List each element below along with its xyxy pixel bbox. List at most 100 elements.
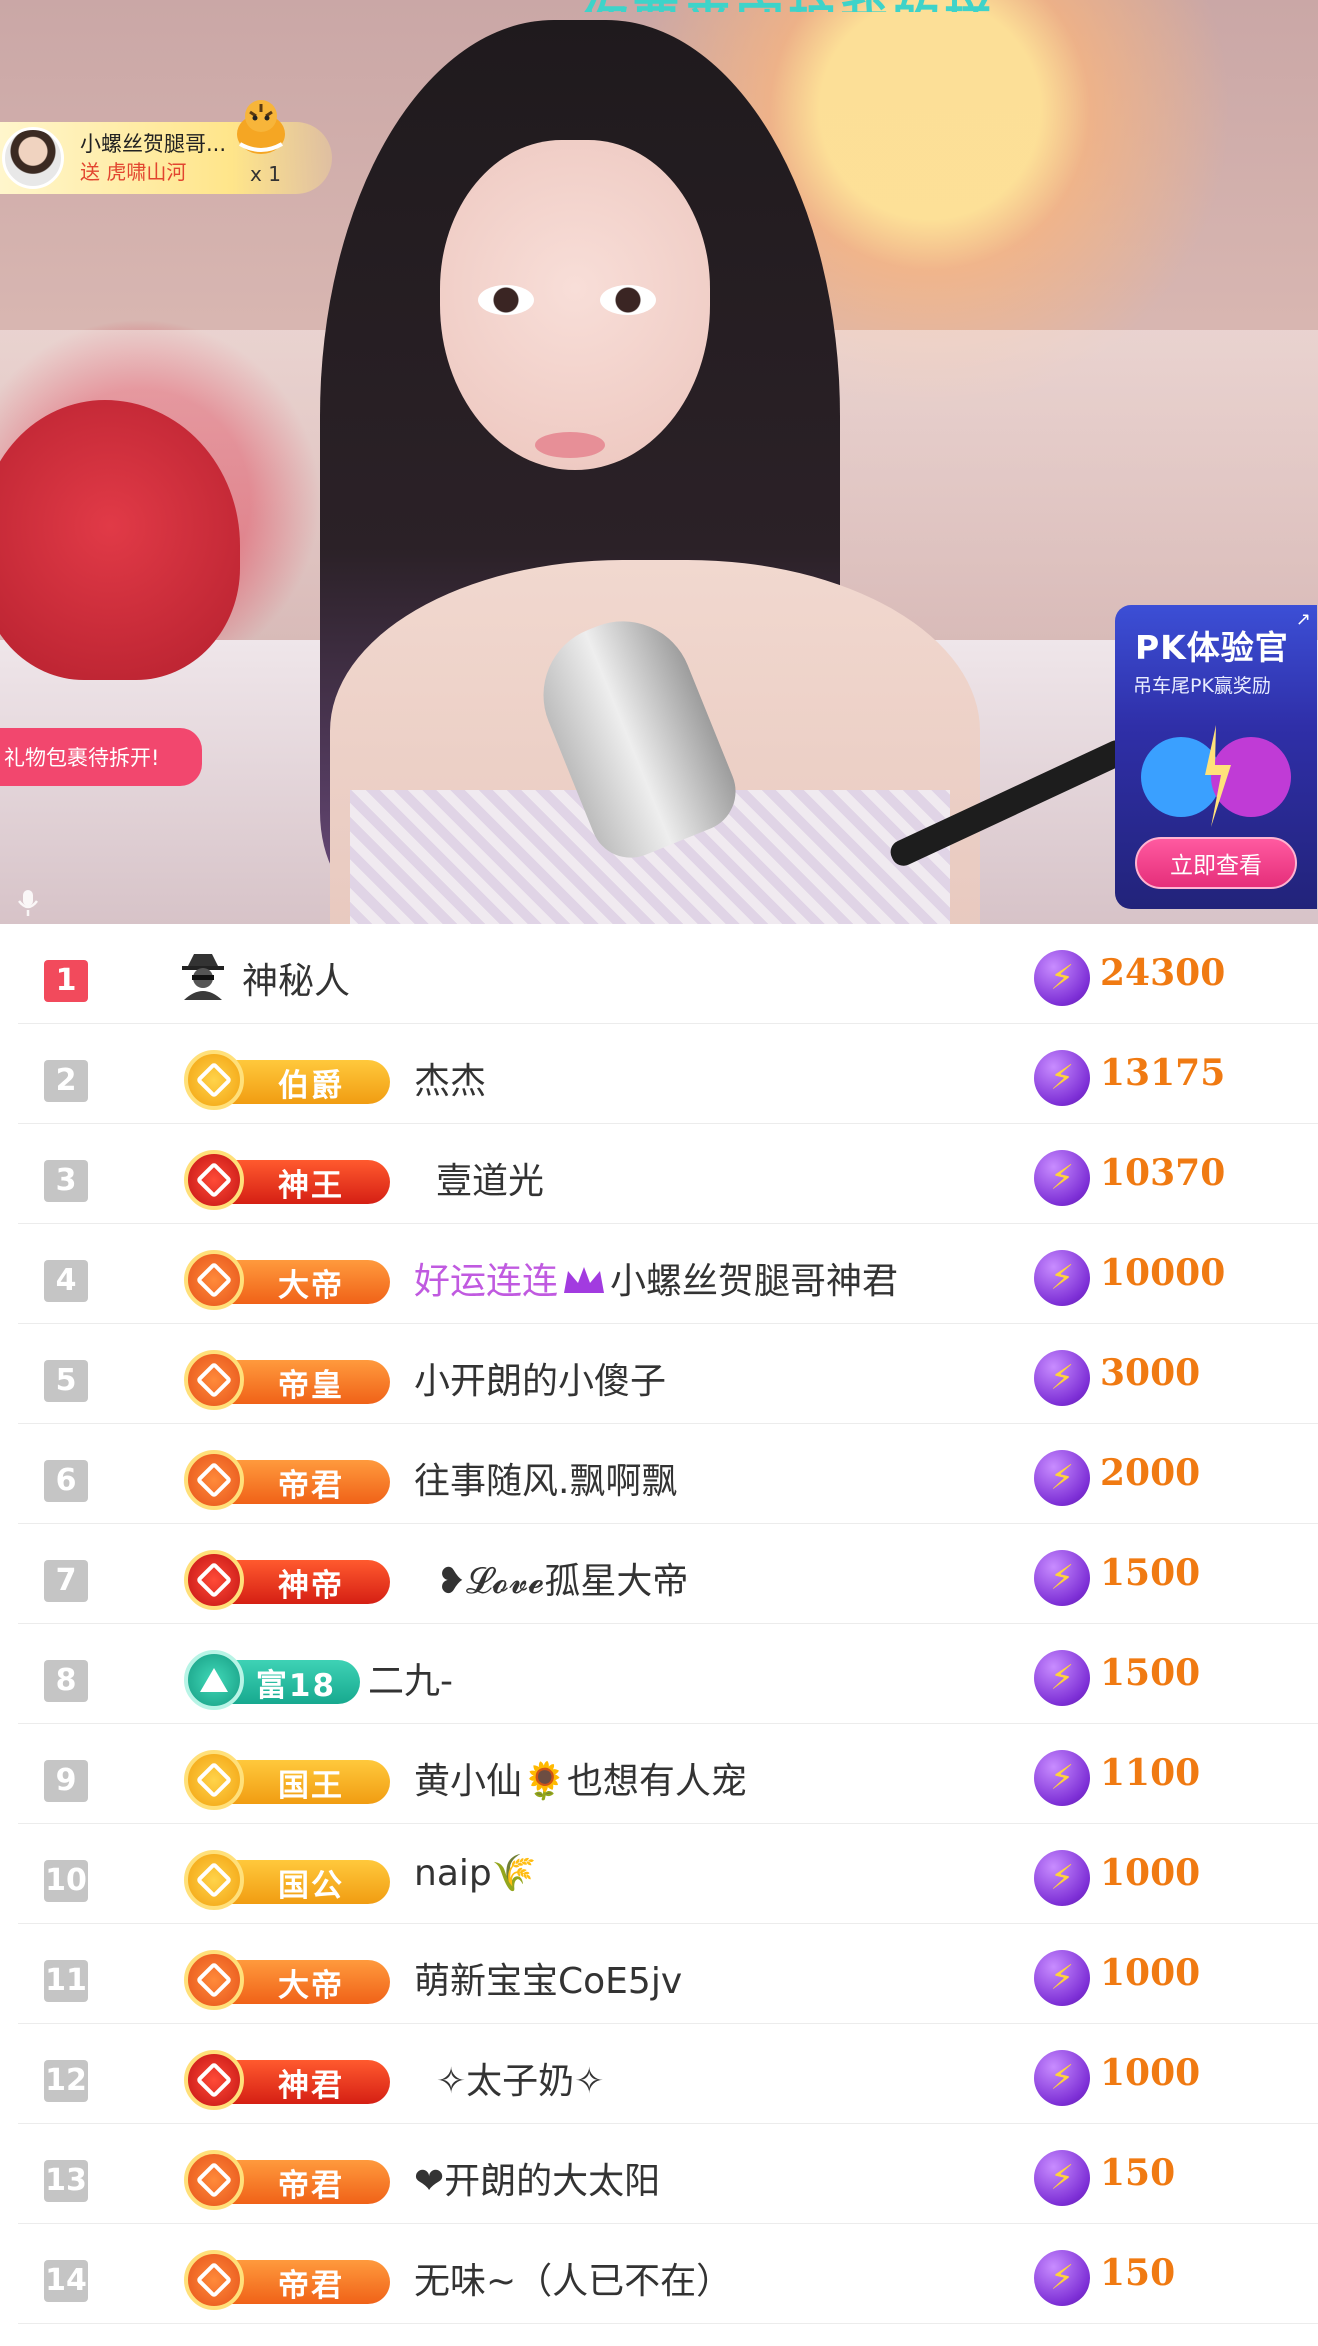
gift-sender-name: 小螺丝贺腿哥... <box>80 132 227 156</box>
list-item[interactable]: 8 富18 二九- ⚡ 1500 <box>18 1624 1318 1724</box>
level-badge: 大帝 <box>184 1250 404 1310</box>
level-medal-icon <box>184 1550 244 1610</box>
contribution-score: 10000 <box>1100 1252 1226 1294</box>
rank-number: 12 <box>44 2060 88 2102</box>
list-item[interactable]: 1 神秘人 ⚡ 24300 <box>18 924 1318 1024</box>
lightning-coin-icon: ⚡ <box>1034 1650 1090 1706</box>
contribution-score: 1000 <box>1100 1852 1201 1894</box>
contribution-score: 1100 <box>1100 1752 1201 1794</box>
user-name-text: 神秘人 <box>242 961 351 1002</box>
list-item[interactable]: 5 帝皇 小开朗的小傻子 ⚡ 3000 <box>18 1324 1318 1424</box>
user-name[interactable]: 无味~（人已不在） <box>414 2252 732 2304</box>
contribution-score: 3000 <box>1100 1352 1201 1394</box>
top-caption: 你要来守护我的样 <box>580 0 1300 12</box>
level-badge: 帝皇 <box>184 1350 404 1410</box>
rank-number: 10 <box>44 1860 88 1902</box>
user-name[interactable]: 二九- <box>368 1652 453 1704</box>
level-badge: 大帝 <box>184 1950 404 2010</box>
expand-icon[interactable]: ↗ <box>1296 609 1311 630</box>
live-stream-video[interactable]: 你要来守护我的样 小螺丝贺腿哥... 送 虎啸山河 x 1 礼物包裹待拆开! ↗… <box>0 0 1318 924</box>
user-name-text: 萌新宝宝CoE5jv <box>414 1961 683 2002</box>
user-name-text: ✧太子奶✧ <box>436 2061 605 2102</box>
lightning-coin-icon: ⚡ <box>1034 2050 1090 2106</box>
user-name-text: 小螺丝贺腿哥神君 <box>610 1261 899 1302</box>
tiger-gift-icon <box>237 100 285 154</box>
contribution-score: 150 <box>1100 2252 1176 2294</box>
list-item[interactable]: 12 神君 ✧太子奶✧ ⚡ 1000 <box>18 2024 1318 2124</box>
level-medal-icon <box>184 1150 244 1210</box>
pk-view-button[interactable]: 立即查看 <box>1135 837 1297 889</box>
user-name-text: ❤开朗的大太阳 <box>414 2161 661 2202</box>
list-item[interactable]: 3 神王 壹道光 ⚡ 10370 <box>18 1124 1318 1224</box>
list-item[interactable]: 9 国王 黄小仙🌻也想有人宠 ⚡ 1100 <box>18 1724 1318 1824</box>
user-name[interactable]: ✧太子奶✧ <box>436 2052 604 2104</box>
list-item[interactable]: 7 神帝 ❥𝓛𝓸𝓿𝓮孤星大帝 ⚡ 1500 <box>18 1524 1318 1624</box>
gift-notification[interactable]: 小螺丝贺腿哥... 送 虎啸山河 x 1 <box>0 100 332 194</box>
user-name-text: 无味~（人已不在） <box>414 2261 733 2302</box>
list-item[interactable]: 6 帝君 往事随风.飘啊飘 ⚡ 2000 <box>18 1424 1318 1524</box>
streamer-eye-left <box>478 285 534 315</box>
level-badge: 神帝 <box>184 1550 404 1610</box>
avatar[interactable] <box>2 127 64 189</box>
level-badge: 国王 <box>184 1750 404 1810</box>
user-name-text: ❥𝓛𝓸𝓿𝓮孤星大帝 <box>436 1561 689 1602</box>
user-name-text: 小开朗的小傻子 <box>414 1361 667 1402</box>
user-name[interactable]: 好运连连 小螺丝贺腿哥神君 <box>414 1252 898 1304</box>
spy-icon <box>182 954 224 1000</box>
pk-versus-icon <box>1141 725 1291 827</box>
level-medal-icon <box>184 2150 244 2210</box>
streamer-lips <box>535 432 605 458</box>
contribution-score: 1000 <box>1100 1952 1201 1994</box>
microphone-icon[interactable] <box>14 888 42 918</box>
level-badge: 国公 <box>184 1850 404 1910</box>
user-name[interactable]: ❤开朗的大太阳 <box>414 2152 660 2204</box>
pk-promo-panel[interactable]: ↗ PK体验官 吊车尾PK赢奖励 立即查看 <box>1115 605 1317 909</box>
level-medal-icon <box>184 1650 244 1710</box>
gift-pack-badge[interactable]: 礼物包裹待拆开! <box>0 728 202 786</box>
lightning-coin-icon: ⚡ <box>1034 1050 1090 1106</box>
rank-number: 3 <box>44 1160 88 1202</box>
user-name[interactable]: 神秘人 <box>242 952 350 1004</box>
list-item[interactable]: 13 帝君 ❤开朗的大太阳 ⚡ 150 <box>18 2124 1318 2224</box>
rank-number: 1 <box>44 960 88 1002</box>
user-name[interactable]: naip🌾 <box>414 1852 537 1894</box>
level-medal-icon <box>184 1250 244 1310</box>
crown-icon <box>564 1267 605 1293</box>
user-name[interactable]: 壹道光 <box>436 1152 544 1204</box>
level-badge: 帝君 <box>184 2150 404 2210</box>
user-name[interactable]: ❥𝓛𝓸𝓿𝓮孤星大帝 <box>436 1552 688 1604</box>
contribution-score: 2000 <box>1100 1452 1201 1494</box>
contribution-leaderboard: 1 神秘人 ⚡ 24300 2 伯爵 杰杰 ⚡ 13175 3 神王 壹道光 ⚡ 10370 4 大帝 好运连连… <box>0 924 1318 2346</box>
lightning-coin-icon: ⚡ <box>1034 1450 1090 1506</box>
contribution-score: 1500 <box>1100 1552 1201 1594</box>
user-name-text: 往事随风.飘啊飘 <box>414 1461 678 1502</box>
list-item[interactable]: 4 大帝 好运连连 小螺丝贺腿哥神君 ⚡ 10000 <box>18 1224 1318 1324</box>
lightning-coin-icon: ⚡ <box>1034 2250 1090 2306</box>
list-item[interactable]: 10 国公 naip🌾 ⚡ 1000 <box>18 1824 1318 1924</box>
level-badge: 帝君 <box>184 1450 404 1510</box>
level-medal-icon <box>184 1450 244 1510</box>
rank-number: 7 <box>44 1560 88 1602</box>
pk-subtitle: 吊车尾PK赢奖励 <box>1133 675 1271 697</box>
level-badge: 帝君 <box>184 2250 404 2310</box>
rank-number: 8 <box>44 1660 88 1702</box>
level-medal-icon <box>184 1950 244 2010</box>
lightning-coin-icon: ⚡ <box>1034 1850 1090 1906</box>
user-name-text: 黄小仙🌻也想有人宠 <box>414 1761 747 1802</box>
list-item[interactable]: 11 大帝 萌新宝宝CoE5jv ⚡ 1000 <box>18 1924 1318 2024</box>
list-item[interactable]: 2 伯爵 杰杰 ⚡ 13175 <box>18 1024 1318 1124</box>
user-name[interactable]: 杰杰 <box>414 1052 486 1104</box>
user-name[interactable]: 萌新宝宝CoE5jv <box>414 1952 682 2004</box>
streamer-eye-right <box>600 285 656 315</box>
list-item[interactable]: 14 帝君 无味~（人已不在） ⚡ 150 <box>18 2224 1318 2324</box>
rank-number: 9 <box>44 1760 88 1802</box>
user-name[interactable]: 小开朗的小傻子 <box>414 1352 666 1404</box>
user-name[interactable]: 往事随风.飘啊飘 <box>414 1452 677 1504</box>
pk-title: PK体验官 <box>1135 628 1289 667</box>
gift-action: 送 虎啸山河 <box>80 160 187 184</box>
level-badge: 伯爵 <box>184 1050 404 1110</box>
user-name-text: 二九- <box>368 1661 453 1702</box>
rank-number: 2 <box>44 1060 88 1102</box>
level-medal-icon <box>184 1750 244 1810</box>
user-name[interactable]: 黄小仙🌻也想有人宠 <box>414 1752 747 1804</box>
